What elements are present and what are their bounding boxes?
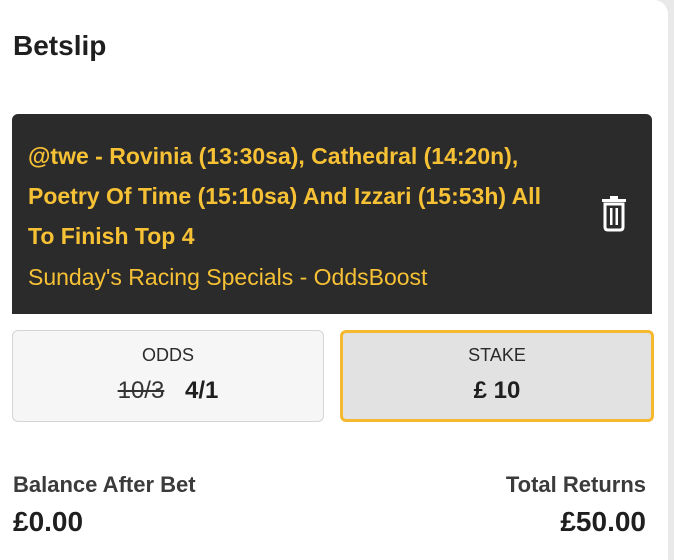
total-returns-value: £50.00 [560, 506, 646, 537]
stake-input[interactable]: STAKE £ 10 [340, 330, 654, 422]
trash-icon-graphic [602, 196, 626, 232]
betslip-title: Betslip [13, 30, 107, 61]
odds-original: 10/3 [117, 377, 165, 404]
odds-values: 10/3 4/1 [13, 377, 323, 405]
betslip-panel: Betslip @twe - Rovinia (13:30sa), Cathed… [0, 0, 668, 560]
balance-after-bet-value: £0.00 [13, 506, 84, 537]
odds-boosted: 4/1 [185, 377, 219, 404]
stake-value[interactable]: £ 10 [343, 377, 651, 405]
bet-selection-text: @twe - Rovinia (13:30sa), Cathedral (14:… [28, 143, 541, 249]
trash-icon[interactable] [598, 196, 630, 232]
stake-label: STAKE [468, 345, 526, 365]
odds-label: ODDS [141, 345, 194, 365]
bet-market-text: Sunday's Racing Specials - OddsBoost [28, 264, 428, 290]
balance-after-bet-label: Balance After Bet [13, 472, 196, 497]
odds-box: ODDS 10/3 4/1 [12, 330, 324, 422]
total-returns-label: Total Returns [505, 472, 646, 497]
bet-card: @twe - Rovinia (13:30sa), Cathedral (14:… [12, 114, 652, 314]
